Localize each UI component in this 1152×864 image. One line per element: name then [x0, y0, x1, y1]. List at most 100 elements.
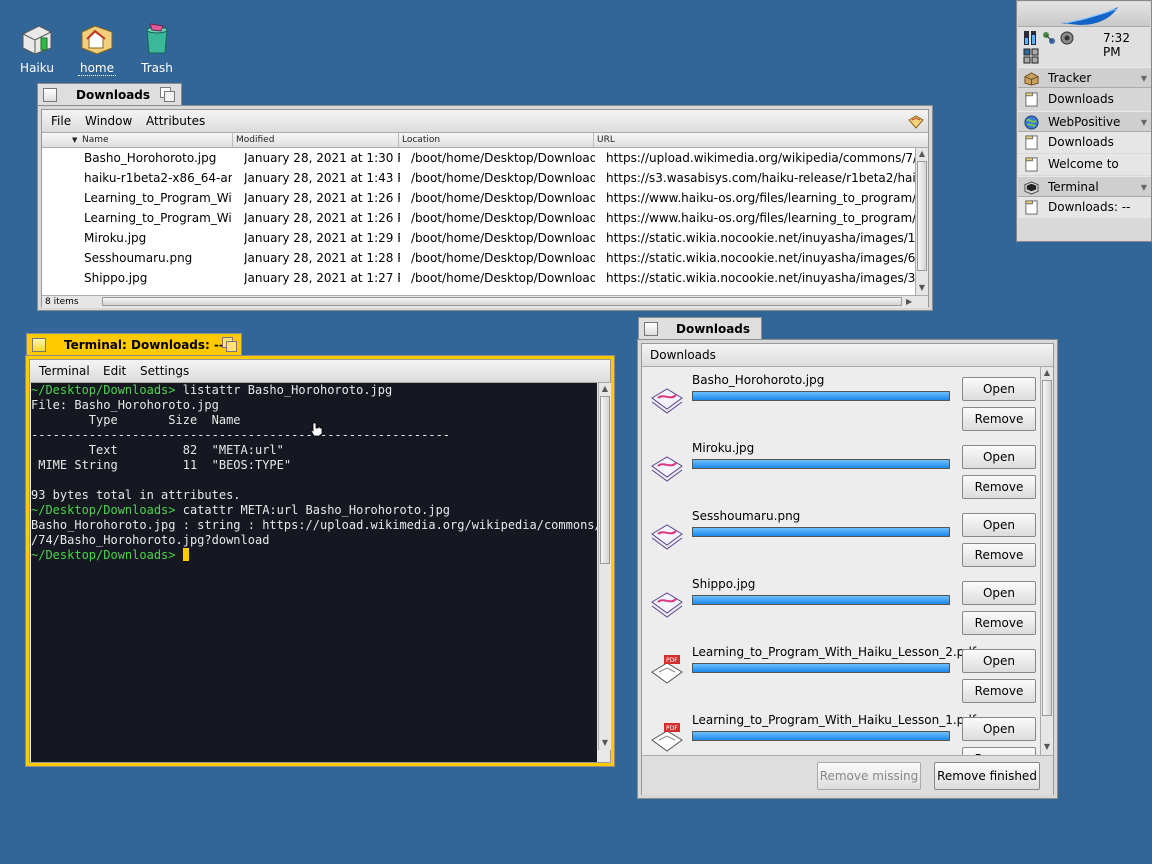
scroll-down-arrow-icon[interactable]: ▼	[1041, 741, 1053, 753]
cell-location: /boot/home/Desktop/Downloads/	[411, 271, 595, 285]
remove-button[interactable]: Remove	[962, 543, 1036, 567]
terminal-window-tab[interactable]: Terminal: Downloads: --	[26, 333, 242, 355]
remove-button[interactable]: Remove	[962, 679, 1036, 703]
cell-url: https://www.haiku-os.org/files/learning_…	[606, 211, 915, 225]
download-name: Shippo.jpg	[692, 577, 756, 591]
scroll-up-arrow-icon[interactable]: ▲	[916, 148, 928, 160]
desktop-icon-trash[interactable]: Trash	[127, 20, 187, 75]
deskbar-window-terminal-downloads[interactable]: Downloads: --	[1018, 197, 1151, 218]
tracker-window: File Window Attributes ▼ Name Modified Lo…	[37, 105, 933, 311]
cell-location: /boot/home/Desktop/Downloads/	[411, 211, 595, 225]
cell-url: https://static.wikia.nocookie.net/inuyas…	[606, 231, 915, 245]
remove-missing-button[interactable]: Remove missing	[817, 762, 921, 790]
open-button[interactable]: Open	[962, 581, 1036, 605]
scroll-up-arrow-icon[interactable]: ▲	[1041, 367, 1053, 379]
open-button[interactable]: Open	[962, 649, 1036, 673]
menu-file[interactable]: File	[51, 114, 71, 128]
tracker-window-tab[interactable]: Downloads	[37, 83, 182, 105]
deskbar-app-tracker[interactable]: Tracker ▼	[1018, 67, 1151, 88]
list-item: PDF Learning_to_Program_With_Haiku_Lesso…	[642, 707, 1040, 755]
terminal-line: File: Basho_Horohoroto.jpg	[31, 398, 219, 412]
open-button[interactable]: Open	[962, 513, 1036, 537]
deskbar-window-downloads[interactable]: Downloads	[1018, 132, 1151, 153]
cell-location: /boot/home/Desktop/Downloads/	[411, 251, 595, 265]
column-header-modified[interactable]: Modified	[233, 133, 399, 147]
remove-button[interactable]: Remove	[962, 407, 1036, 431]
deskbar: 7:32 PM Tracker ▼ Downloads WebPositive …	[1016, 0, 1152, 242]
scroll-thumb[interactable]	[600, 396, 610, 564]
remove-finished-button[interactable]: Remove finished	[934, 762, 1040, 790]
desktop-icon-home[interactable]: home	[67, 20, 127, 76]
menu-edit[interactable]: Edit	[103, 364, 126, 378]
terminal-output[interactable]: ~/Desktop/Downloads> listattr Basho_Horo…	[31, 383, 597, 762]
downloads-window: Downloads Basho_Horohoroto.jpg Open Remo…	[637, 339, 1058, 799]
cell-modified: January 28, 2021 at 1:28 PM	[244, 251, 400, 265]
scroll-thumb[interactable]	[917, 161, 927, 271]
cell-name: haiku-r1beta2-x86_64-any...	[84, 168, 232, 188]
vertical-scrollbar[interactable]: ▲ ▼	[598, 383, 611, 750]
cell-url: https://s3.wasabisys.com/haiku-release/r…	[606, 171, 915, 185]
network-icon[interactable]	[1041, 30, 1057, 46]
column-header-url[interactable]: URL	[594, 133, 914, 147]
clock[interactable]: 7:32 PM	[1103, 31, 1150, 59]
close-button[interactable]	[32, 338, 46, 352]
horizontal-scroll-thumb[interactable]	[102, 297, 902, 306]
scroll-right-arrow-icon[interactable]: ▶	[906, 296, 912, 308]
menu-settings[interactable]: Settings	[140, 364, 189, 378]
item-count: 8 items	[45, 297, 79, 307]
scroll-thumb[interactable]	[1042, 380, 1052, 716]
progress-bar	[692, 391, 950, 401]
zoom-button[interactable]	[222, 337, 237, 352]
column-header-location[interactable]: Location	[399, 133, 594, 147]
list-item: Shippo.jpg Open Remove	[642, 571, 1040, 640]
terminal-icon	[1024, 181, 1039, 195]
deskbar-app-webpositive[interactable]: WebPositive ▼	[1018, 111, 1151, 132]
close-button[interactable]	[43, 88, 57, 102]
downloads-window-tab[interactable]: Downloads	[638, 317, 762, 339]
pdf-file-icon: PDF	[651, 655, 683, 684]
scroll-down-arrow-icon[interactable]: ▼	[599, 737, 611, 749]
terminal-menubar: Terminal Edit Settings	[30, 360, 610, 383]
menu-attributes[interactable]: Attributes	[146, 114, 205, 128]
zoom-button[interactable]	[160, 87, 175, 102]
deskbar-app-terminal[interactable]: Terminal ▼	[1018, 176, 1151, 197]
scroll-down-arrow-icon[interactable]: ▼	[916, 282, 928, 294]
open-button[interactable]: Open	[962, 377, 1036, 401]
close-button[interactable]	[644, 322, 658, 336]
deskbar-window-downloads[interactable]: Downloads	[1018, 89, 1151, 110]
deskbar-window-welcome[interactable]: Welcome to Haiku!	[1018, 154, 1151, 192]
remove-button[interactable]: Remove	[962, 611, 1036, 635]
open-button[interactable]: Open	[962, 445, 1036, 469]
window-title: Downloads	[76, 88, 151, 102]
speaker-icon[interactable]	[1059, 30, 1075, 46]
workspaces-icon[interactable]	[1023, 48, 1039, 64]
menu-window[interactable]: Window	[85, 114, 132, 128]
downloads-header: Downloads	[642, 344, 1053, 367]
process-monitor-icon[interactable]	[1023, 30, 1039, 46]
progress-bar	[692, 459, 950, 469]
scroll-up-arrow-icon[interactable]: ▲	[599, 383, 611, 395]
vertical-scrollbar[interactable]: ▲ ▼	[1040, 367, 1053, 755]
menu-terminal[interactable]: Terminal	[39, 364, 90, 378]
deskbar-menu[interactable]	[1018, 2, 1150, 26]
desktop-icon-haiku[interactable]: Haiku	[7, 20, 67, 75]
chevron-down-icon: ▼	[1140, 183, 1147, 192]
download-name: Learning_to_Program_With_Haiku_Lesson_1.…	[692, 713, 977, 727]
column-header-name[interactable]: ▼ Name	[42, 133, 233, 147]
remove-button[interactable]: Remove	[962, 475, 1036, 499]
cell-name: Miroku.jpg	[84, 228, 232, 248]
open-button[interactable]: Open	[962, 717, 1036, 741]
hand-pointer-icon	[310, 422, 323, 437]
terminal-window: Terminal Edit Settings ~/Desktop/Downloa…	[25, 355, 615, 767]
image-file-icon	[651, 592, 683, 618]
vertical-scrollbar[interactable]: ▲ ▼	[915, 148, 928, 295]
text-cursor	[182, 548, 189, 561]
deskbar-tray: 7:32 PM	[1018, 26, 1150, 68]
terminal-line: Text 82 "META:url"	[31, 443, 284, 457]
column-header-bar: ▼ Name Modified Location URL	[42, 133, 928, 148]
cell-location: /boot/home/Desktop/Downloads/	[411, 151, 595, 165]
progress-bar	[692, 527, 950, 537]
download-name: Sesshoumaru.png	[692, 509, 801, 523]
remove-button[interactable]: Remove	[962, 747, 1036, 755]
terminal-line: ~/Desktop/Downloads> catattr META:url Ba…	[31, 503, 451, 517]
